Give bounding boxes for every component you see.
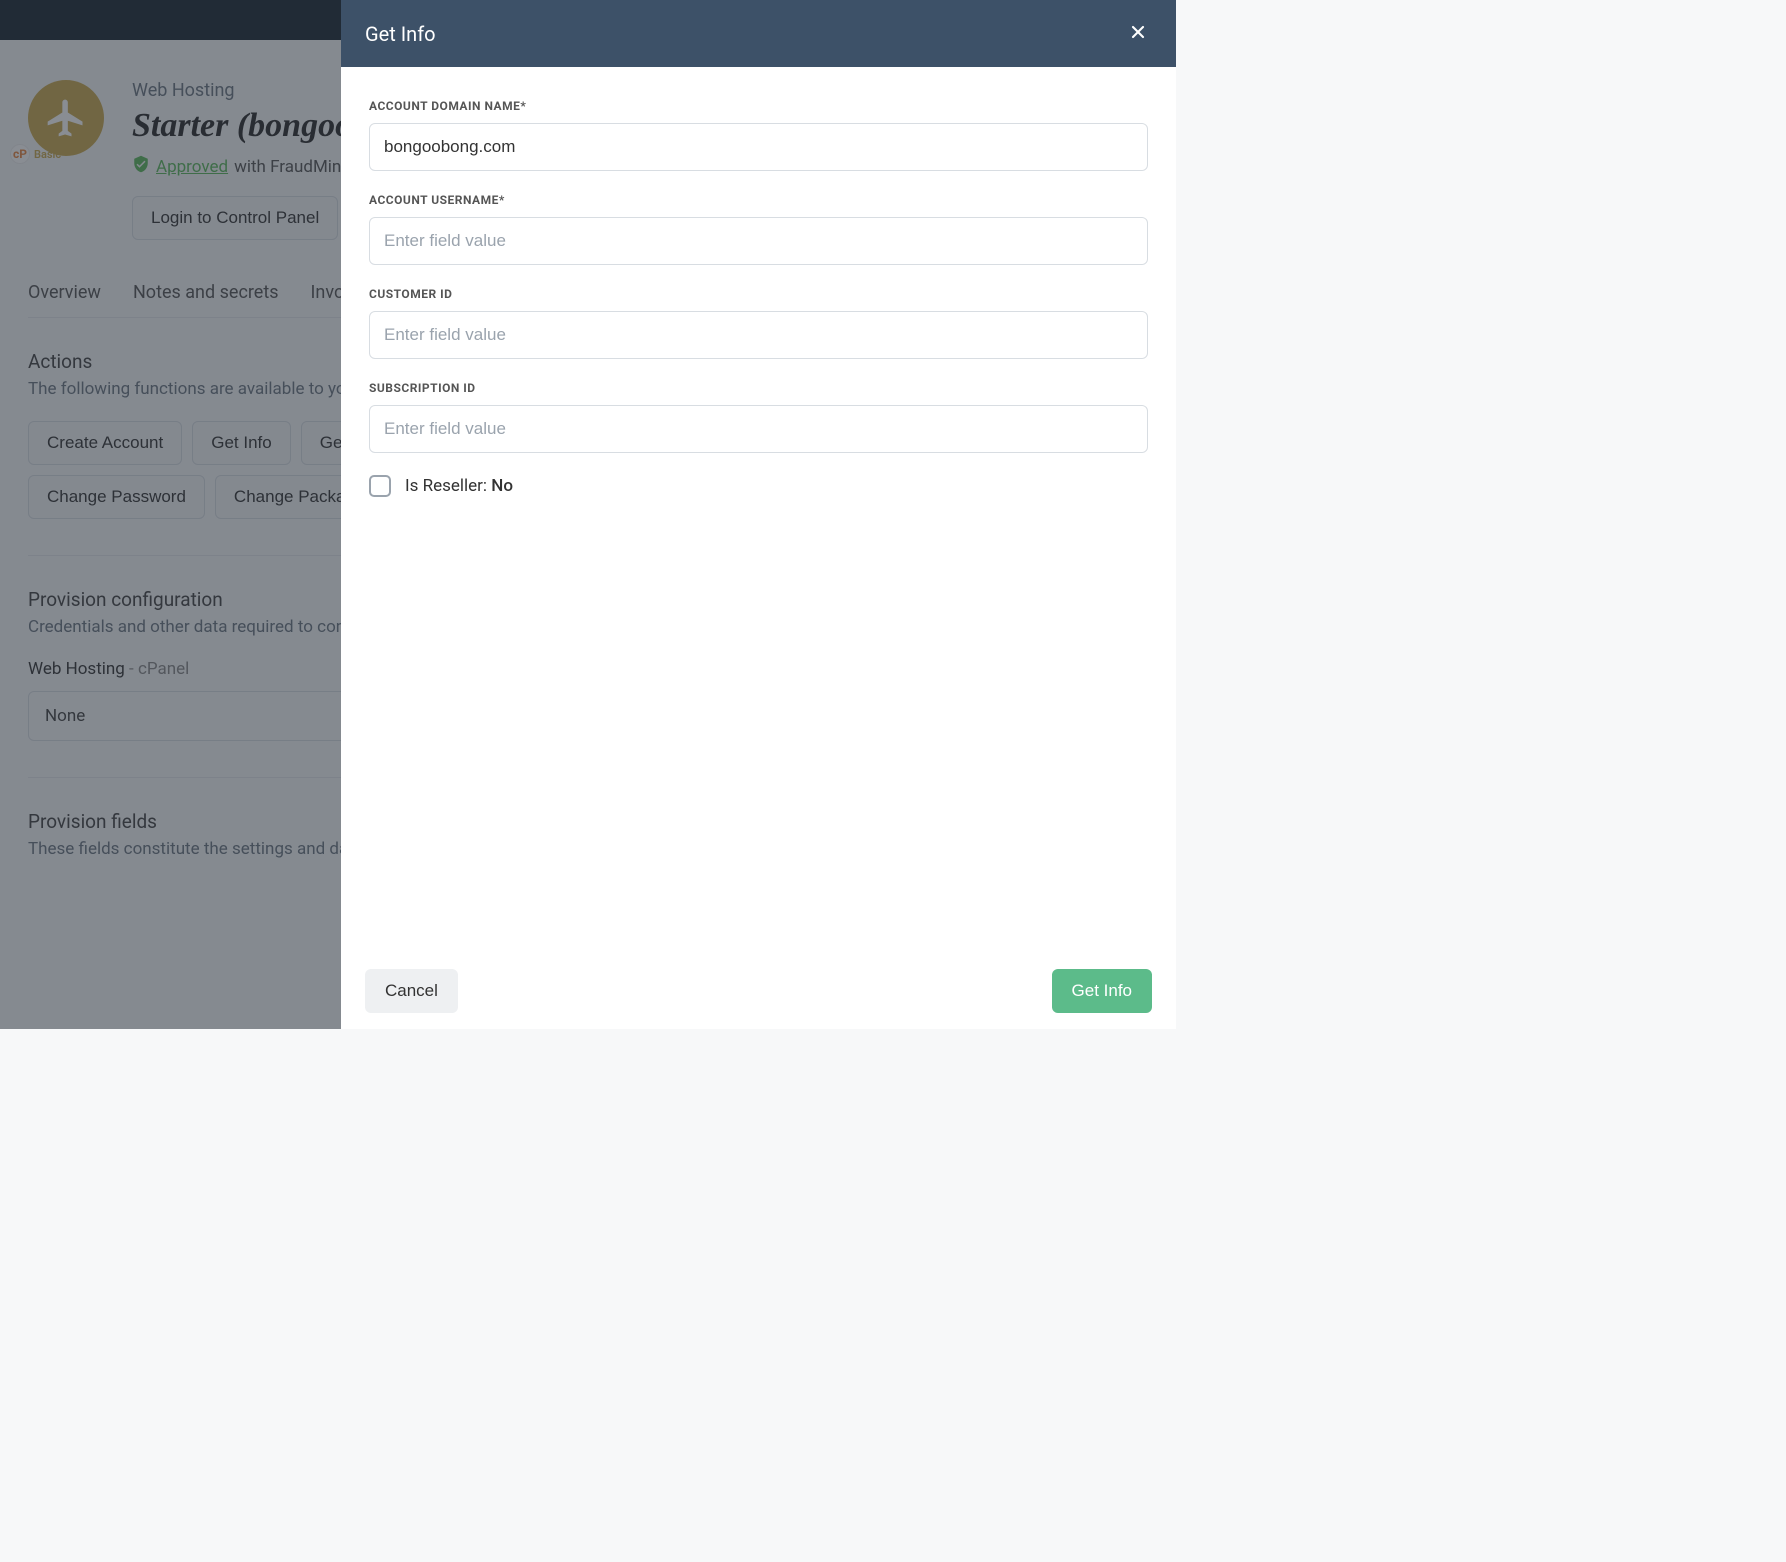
reseller-checkbox-row: Is Reseller: No <box>369 475 1148 497</box>
reseller-label: Is Reseller: No <box>405 476 513 496</box>
customer-id-input[interactable] <box>369 311 1148 359</box>
modal-footer: Cancel Get Info <box>341 953 1176 1029</box>
form-group-username: ACCOUNT USERNAME* <box>369 193 1148 265</box>
modal-body: ACCOUNT DOMAIN NAME* ACCOUNT USERNAME* C… <box>341 67 1176 953</box>
reseller-checkbox[interactable] <box>369 475 391 497</box>
subscription-id-label: SUBSCRIPTION ID <box>369 381 1148 395</box>
subscription-id-input[interactable] <box>369 405 1148 453</box>
close-icon <box>1128 22 1148 42</box>
domain-input[interactable] <box>369 123 1148 171</box>
modal-header: Get Info <box>341 0 1176 67</box>
modal-overlay[interactable]: Get Info ACCOUNT DOMAIN NAME* ACCOUNT US… <box>0 0 1176 1029</box>
cancel-button[interactable]: Cancel <box>365 969 458 1013</box>
customer-id-label: CUSTOMER ID <box>369 287 1148 301</box>
form-group-customer-id: CUSTOMER ID <box>369 287 1148 359</box>
modal-title: Get Info <box>365 22 436 46</box>
get-info-modal: Get Info ACCOUNT DOMAIN NAME* ACCOUNT US… <box>341 0 1176 1029</box>
get-info-submit-button[interactable]: Get Info <box>1052 969 1152 1013</box>
form-group-subscription-id: SUBSCRIPTION ID <box>369 381 1148 453</box>
username-label: ACCOUNT USERNAME* <box>369 193 1148 207</box>
username-input[interactable] <box>369 217 1148 265</box>
reseller-label-text: Is Reseller: <box>405 476 491 496</box>
domain-label: ACCOUNT DOMAIN NAME* <box>369 99 1148 113</box>
form-group-domain: ACCOUNT DOMAIN NAME* <box>369 99 1148 171</box>
modal-close-button[interactable] <box>1124 18 1152 49</box>
reseller-value: No <box>491 476 513 496</box>
